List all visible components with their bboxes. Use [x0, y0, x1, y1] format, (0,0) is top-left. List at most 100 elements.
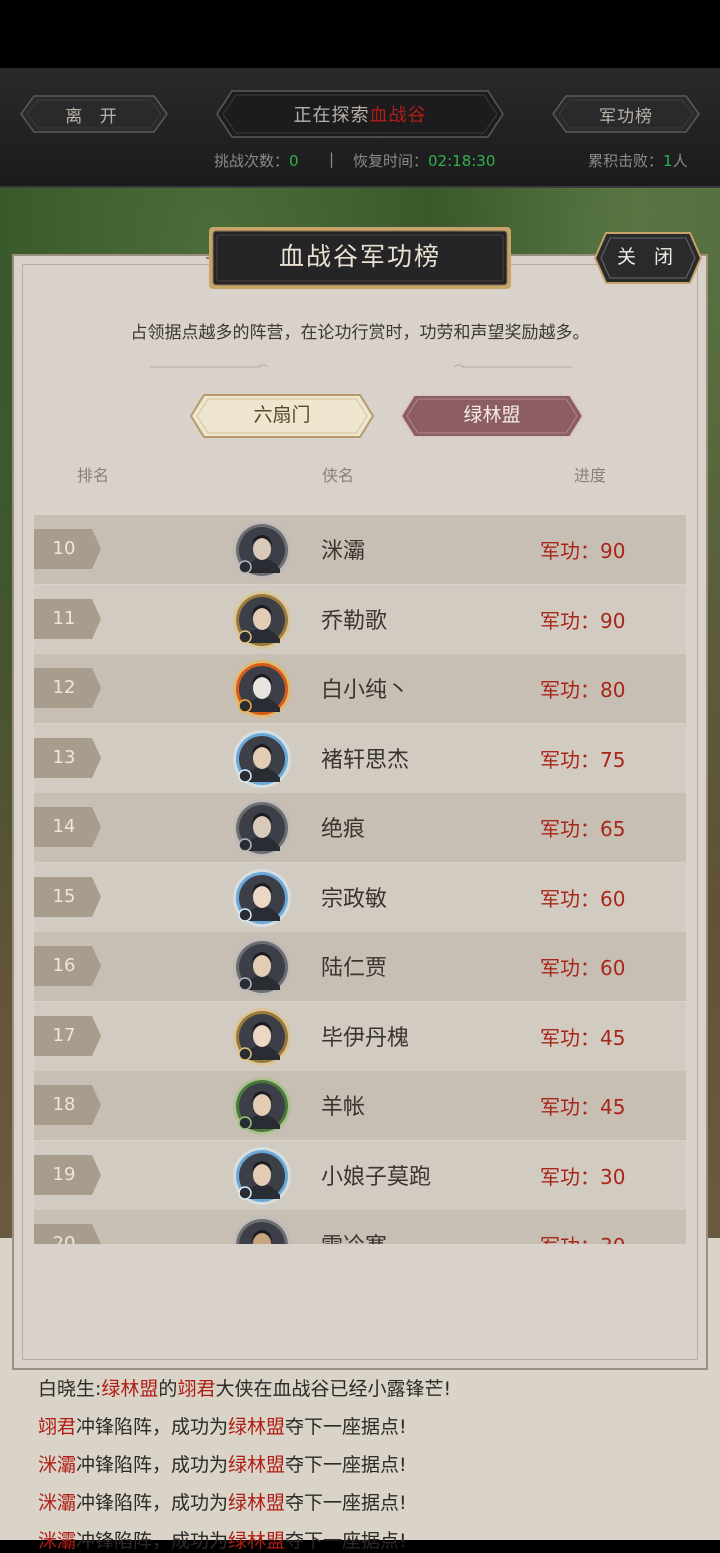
column-rank: 排名 [77, 466, 110, 485]
rank-badge: 14 [34, 807, 102, 847]
merit-score: 军功：45 [540, 1025, 626, 1050]
player-name: 宗政敏 [321, 886, 388, 912]
hud-stats: 挑战次数：0 | 恢复时间：02:18:30 累积击败：1人 [0, 150, 720, 174]
chat-fragment: 洣灞 [38, 1492, 77, 1514]
player-name: 小娘子莫跑 [321, 1164, 432, 1190]
rank-number: 11 [52, 607, 76, 629]
rank-number: 12 [52, 677, 76, 698]
merit-score: 军功：90 [540, 608, 626, 633]
player-avatar[interactable] [230, 589, 294, 651]
rank-row[interactable]: 12 白小纯丶 军功：80 [34, 654, 686, 723]
rank-number: 10 [52, 538, 76, 559]
tab-label: 六扇门 [253, 404, 311, 426]
chat-line: 翊君冲锋陷阵，成功为绿林盟夺下一座据点! [38, 1412, 407, 1439]
chat-line: 白晓生:绿林盟的翊君大侠在血战谷已经小露锋芒! [38, 1374, 451, 1401]
merit-rank-label: 军功榜 [599, 106, 653, 127]
rank-badge: 12 [34, 668, 102, 708]
merit-score: 军功：60 [540, 886, 626, 911]
rank-row[interactable]: 16 陆仁贾 军功：60 [34, 932, 686, 1001]
rank-row[interactable]: 11 乔勒歌 军功：90 [34, 584, 686, 654]
merit-score: 军功：45 [540, 1095, 626, 1119]
divider-left [150, 364, 269, 368]
player-avatar[interactable] [230, 1145, 294, 1207]
rank-number: 18 [52, 1094, 76, 1115]
chat-fragment: 冲锋陷阵，成功为 [76, 1416, 229, 1438]
rank-number: 13 [52, 746, 76, 768]
chat-fragment: 绿林盟 [101, 1378, 159, 1400]
chat-fragment: 绿林盟 [228, 1416, 286, 1438]
rank-number: 19 [52, 1163, 76, 1185]
chat-fragment: 洣灞 [38, 1454, 77, 1476]
rank-badge: 18 [34, 1085, 102, 1125]
merit-score: 军功：75 [540, 747, 626, 772]
rank-badge: 19 [34, 1154, 102, 1195]
explore-place: 血战谷 [369, 105, 427, 126]
close-label: 关 闭 [616, 246, 680, 268]
chat-line: 洣灞冲锋陷阵，成功为绿林盟夺下一座据点! [38, 1488, 407, 1515]
chat-fragment: 大侠在血战谷已经小露锋芒! [215, 1378, 452, 1400]
rank-badge: 16 [34, 946, 102, 986]
rank-badge: 15 [34, 876, 102, 917]
chat-speaker: 白晓生: [38, 1378, 102, 1400]
rank-row[interactable]: 18 羊帐 军功：45 [34, 1071, 686, 1140]
close-button[interactable]: 关 闭 [594, 232, 702, 284]
rank-number: 17 [52, 1024, 76, 1046]
merit-score: 军功：90 [540, 539, 626, 563]
player-avatar[interactable] [230, 867, 294, 929]
rank-row[interactable]: 17 毕伊丹槐 军功：45 [34, 1001, 686, 1071]
player-avatar[interactable] [230, 797, 294, 859]
leave-label: 离 开 [65, 106, 123, 127]
player-name: 羊帐 [321, 1095, 366, 1120]
rank-row[interactable]: 14 绝痕 军功：65 [34, 793, 686, 862]
chat-fragment: 翊君 [38, 1416, 77, 1438]
rank-badge: 17 [34, 1015, 102, 1056]
title-plate: 血战谷军功榜 [206, 224, 514, 292]
column-progress: 进度 [574, 466, 607, 485]
merit-score: 军功：30 [540, 1230, 625, 1244]
rank-number: 16 [52, 955, 76, 976]
rank-badge: 20 [34, 1224, 102, 1244]
player-avatar[interactable] [230, 1214, 294, 1244]
rank-number: 20 [52, 1233, 76, 1244]
player-avatar[interactable] [230, 1006, 294, 1068]
rank-row[interactable]: 10 洣灞 军功：90 [34, 515, 686, 584]
tab-liushanmen[interactable]: 六扇门 [190, 394, 374, 438]
player-name: 乔勒歌 [321, 608, 388, 634]
column-name: 侠名 [322, 466, 355, 485]
player-avatar[interactable] [230, 519, 294, 581]
merit-score: 军功：65 [540, 817, 626, 841]
chat-fragment: 绿林盟 [228, 1492, 286, 1514]
challenge-count: 挑战次数：0 [214, 152, 299, 170]
chat-fragment: 绿林盟 [228, 1530, 286, 1552]
chat-fragment: 的 [158, 1378, 178, 1400]
recover-time: 恢复时间：02:18:30 [353, 152, 496, 170]
panel-title: 血战谷军功榜 [278, 242, 441, 271]
defeat-count: 累积击败：1人 [588, 152, 688, 170]
player-name: 雪冷寒 [321, 1228, 387, 1244]
player-avatar[interactable] [230, 728, 294, 790]
merit-score: 军功：60 [540, 956, 626, 980]
rank-row[interactable]: 20 雪冷寒 军功：30 [34, 1210, 686, 1244]
explore-prefix: 正在探索 [293, 105, 370, 126]
player-name: 毕伊丹槐 [321, 1025, 410, 1051]
rank-row[interactable]: 15 宗政敏 军功：60 [34, 862, 686, 932]
player-avatar[interactable] [230, 658, 294, 720]
player-avatar[interactable] [230, 1075, 294, 1137]
rank-row[interactable]: 19 小娘子莫跑 军功：30 [34, 1140, 686, 1210]
status-bar [0, 0, 720, 68]
player-avatar[interactable] [230, 936, 294, 998]
tab-label: 绿林盟 [463, 404, 521, 426]
rank-number: 15 [52, 885, 76, 907]
rank-list[interactable]: 10 洣灞 军功：90 11 乔勒歌 军功：90 12 白小纯丶 军功：80 13 褚轩思杰 军功：7… [34, 515, 686, 1244]
chat-fragment: 夺下一座据点! [285, 1454, 407, 1476]
tab-lvlinmeng[interactable]: 绿林盟 [400, 394, 584, 438]
leave-button[interactable]: 离 开 [20, 95, 168, 133]
chat-fragment: 夺下一座据点! [285, 1416, 407, 1438]
rank-badge: 13 [34, 737, 102, 778]
merit-rank-button[interactable]: 军功榜 [552, 95, 700, 133]
rank-row[interactable]: 13 褚轩思杰 军功：75 [34, 723, 686, 793]
chat-fragment: 绿林盟 [228, 1454, 286, 1476]
chat-fragment: 冲锋陷阵，成功为 [76, 1454, 229, 1476]
merit-score: 军功：80 [540, 678, 626, 702]
rank-badge: 10 [34, 529, 102, 569]
